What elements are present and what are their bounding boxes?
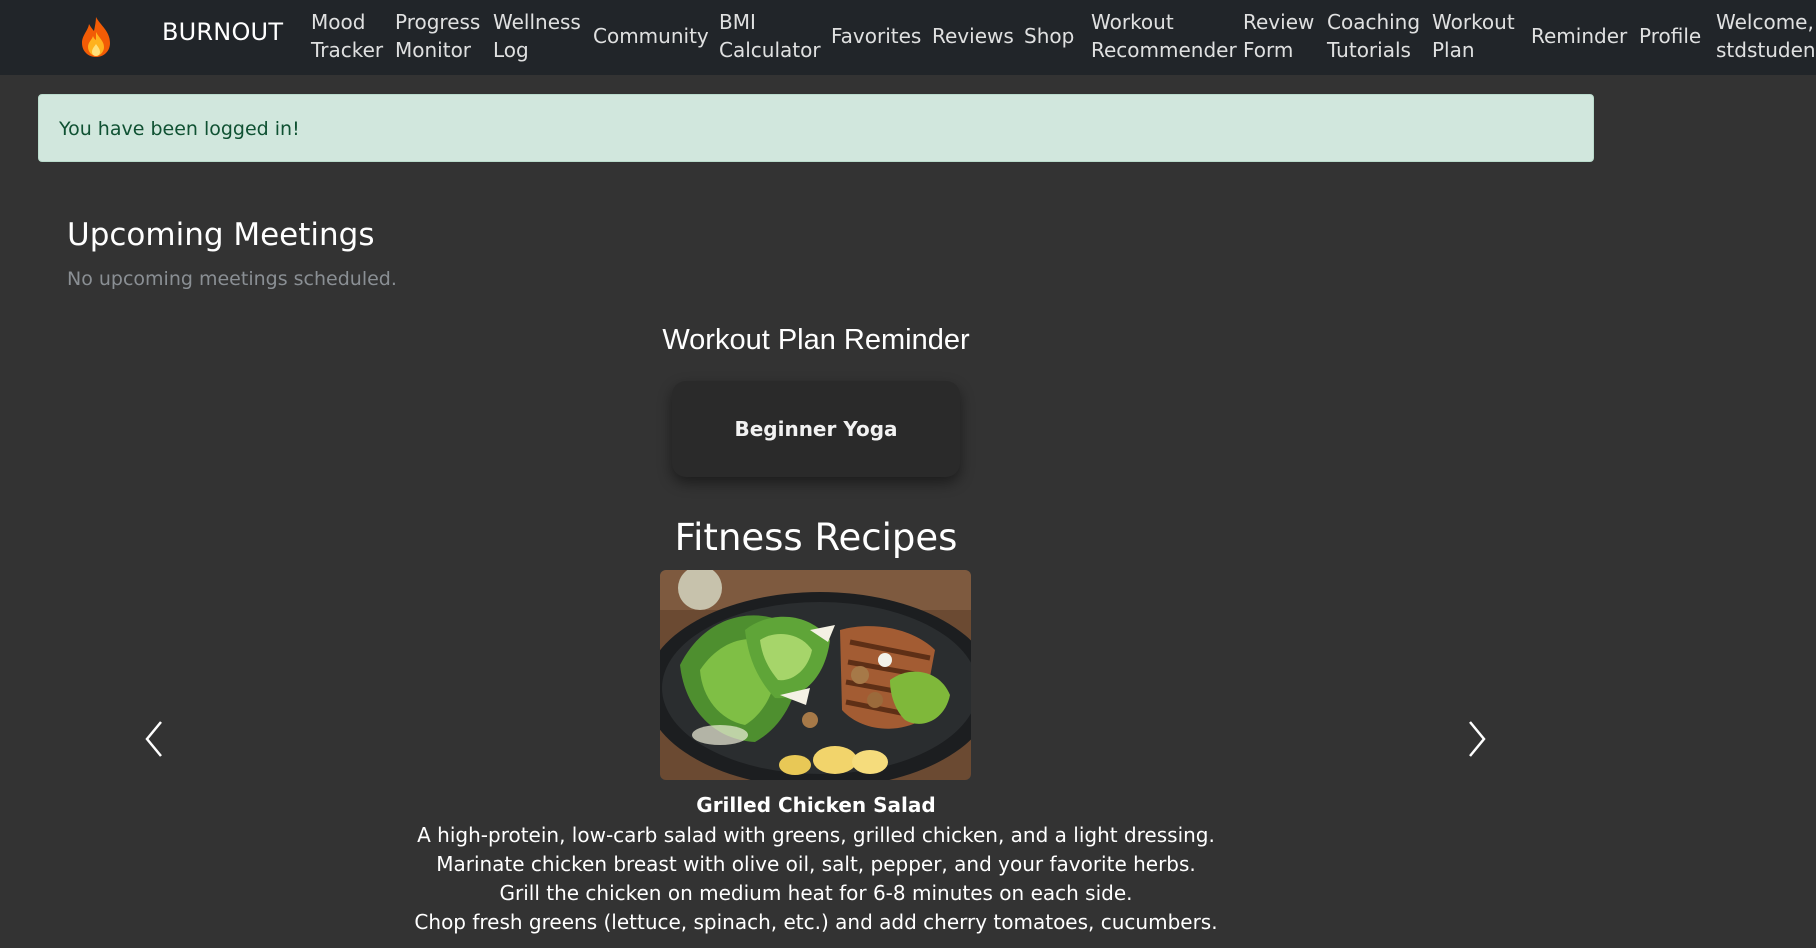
chevron-left-icon <box>145 721 162 757</box>
nav-coaching-tutorials[interactable]: Coaching Tutorials <box>1327 8 1420 64</box>
workout-plan-card[interactable]: Beginner Yoga <box>672 381 960 477</box>
nav-welcome-user[interactable]: Welcome, stdstudent <box>1716 8 1816 64</box>
recipe-step: Chop fresh greens (lettuce, spinach, etc… <box>414 910 1218 934</box>
top-navbar: BURNOUT Mood Tracker Progress Monitor We… <box>0 0 1816 75</box>
flame-icon[interactable] <box>79 16 113 58</box>
nav-reminder[interactable]: Reminder <box>1531 22 1627 50</box>
carousel-next-button[interactable] <box>1456 717 1496 761</box>
nav-shop[interactable]: Shop <box>1024 22 1074 50</box>
upcoming-meetings-heading: Upcoming Meetings <box>67 217 375 253</box>
recipe-step: Marinate chicken breast with olive oil, … <box>436 852 1196 876</box>
fitness-recipes-heading: Fitness Recipes <box>674 516 958 559</box>
recipe-description: A high-protein, low-carb salad with gree… <box>417 823 1215 847</box>
nav-favorites[interactable]: Favorites <box>831 22 921 50</box>
nav-profile[interactable]: Profile <box>1639 22 1701 50</box>
recipe-image <box>660 570 971 780</box>
nav-community[interactable]: Community <box>593 22 709 50</box>
nav-wellness-log[interactable]: Wellness Log <box>493 8 581 64</box>
nav-workout-plan[interactable]: Workout Plan <box>1432 8 1515 64</box>
workout-reminder-heading: Workout Plan Reminder <box>662 324 970 356</box>
workout-plan-name: Beginner Yoga <box>734 417 898 441</box>
no-meetings-text: No upcoming meetings scheduled. <box>67 268 397 290</box>
nav-reviews[interactable]: Reviews <box>932 22 1014 50</box>
recipe-step: Grill the chicken on medium heat for 6-8… <box>499 881 1133 905</box>
nav-workout-recommender[interactable]: Workout Recommender <box>1091 8 1237 64</box>
nav-progress-monitor[interactable]: Progress Monitor <box>395 8 480 64</box>
login-success-alert: You have been logged in! <box>38 94 1594 162</box>
recipe-name: Grilled Chicken Salad <box>696 793 936 817</box>
chevron-right-icon <box>1469 721 1486 757</box>
nav-review-form[interactable]: Review Form <box>1243 8 1314 64</box>
nav-bmi-calculator[interactable]: BMI Calculator <box>719 8 821 64</box>
brand-link[interactable]: BURNOUT <box>162 18 283 46</box>
nav-mood-tracker[interactable]: Mood Tracker <box>311 8 383 64</box>
salad-photo <box>660 570 971 780</box>
carousel-prev-button[interactable] <box>135 717 175 761</box>
